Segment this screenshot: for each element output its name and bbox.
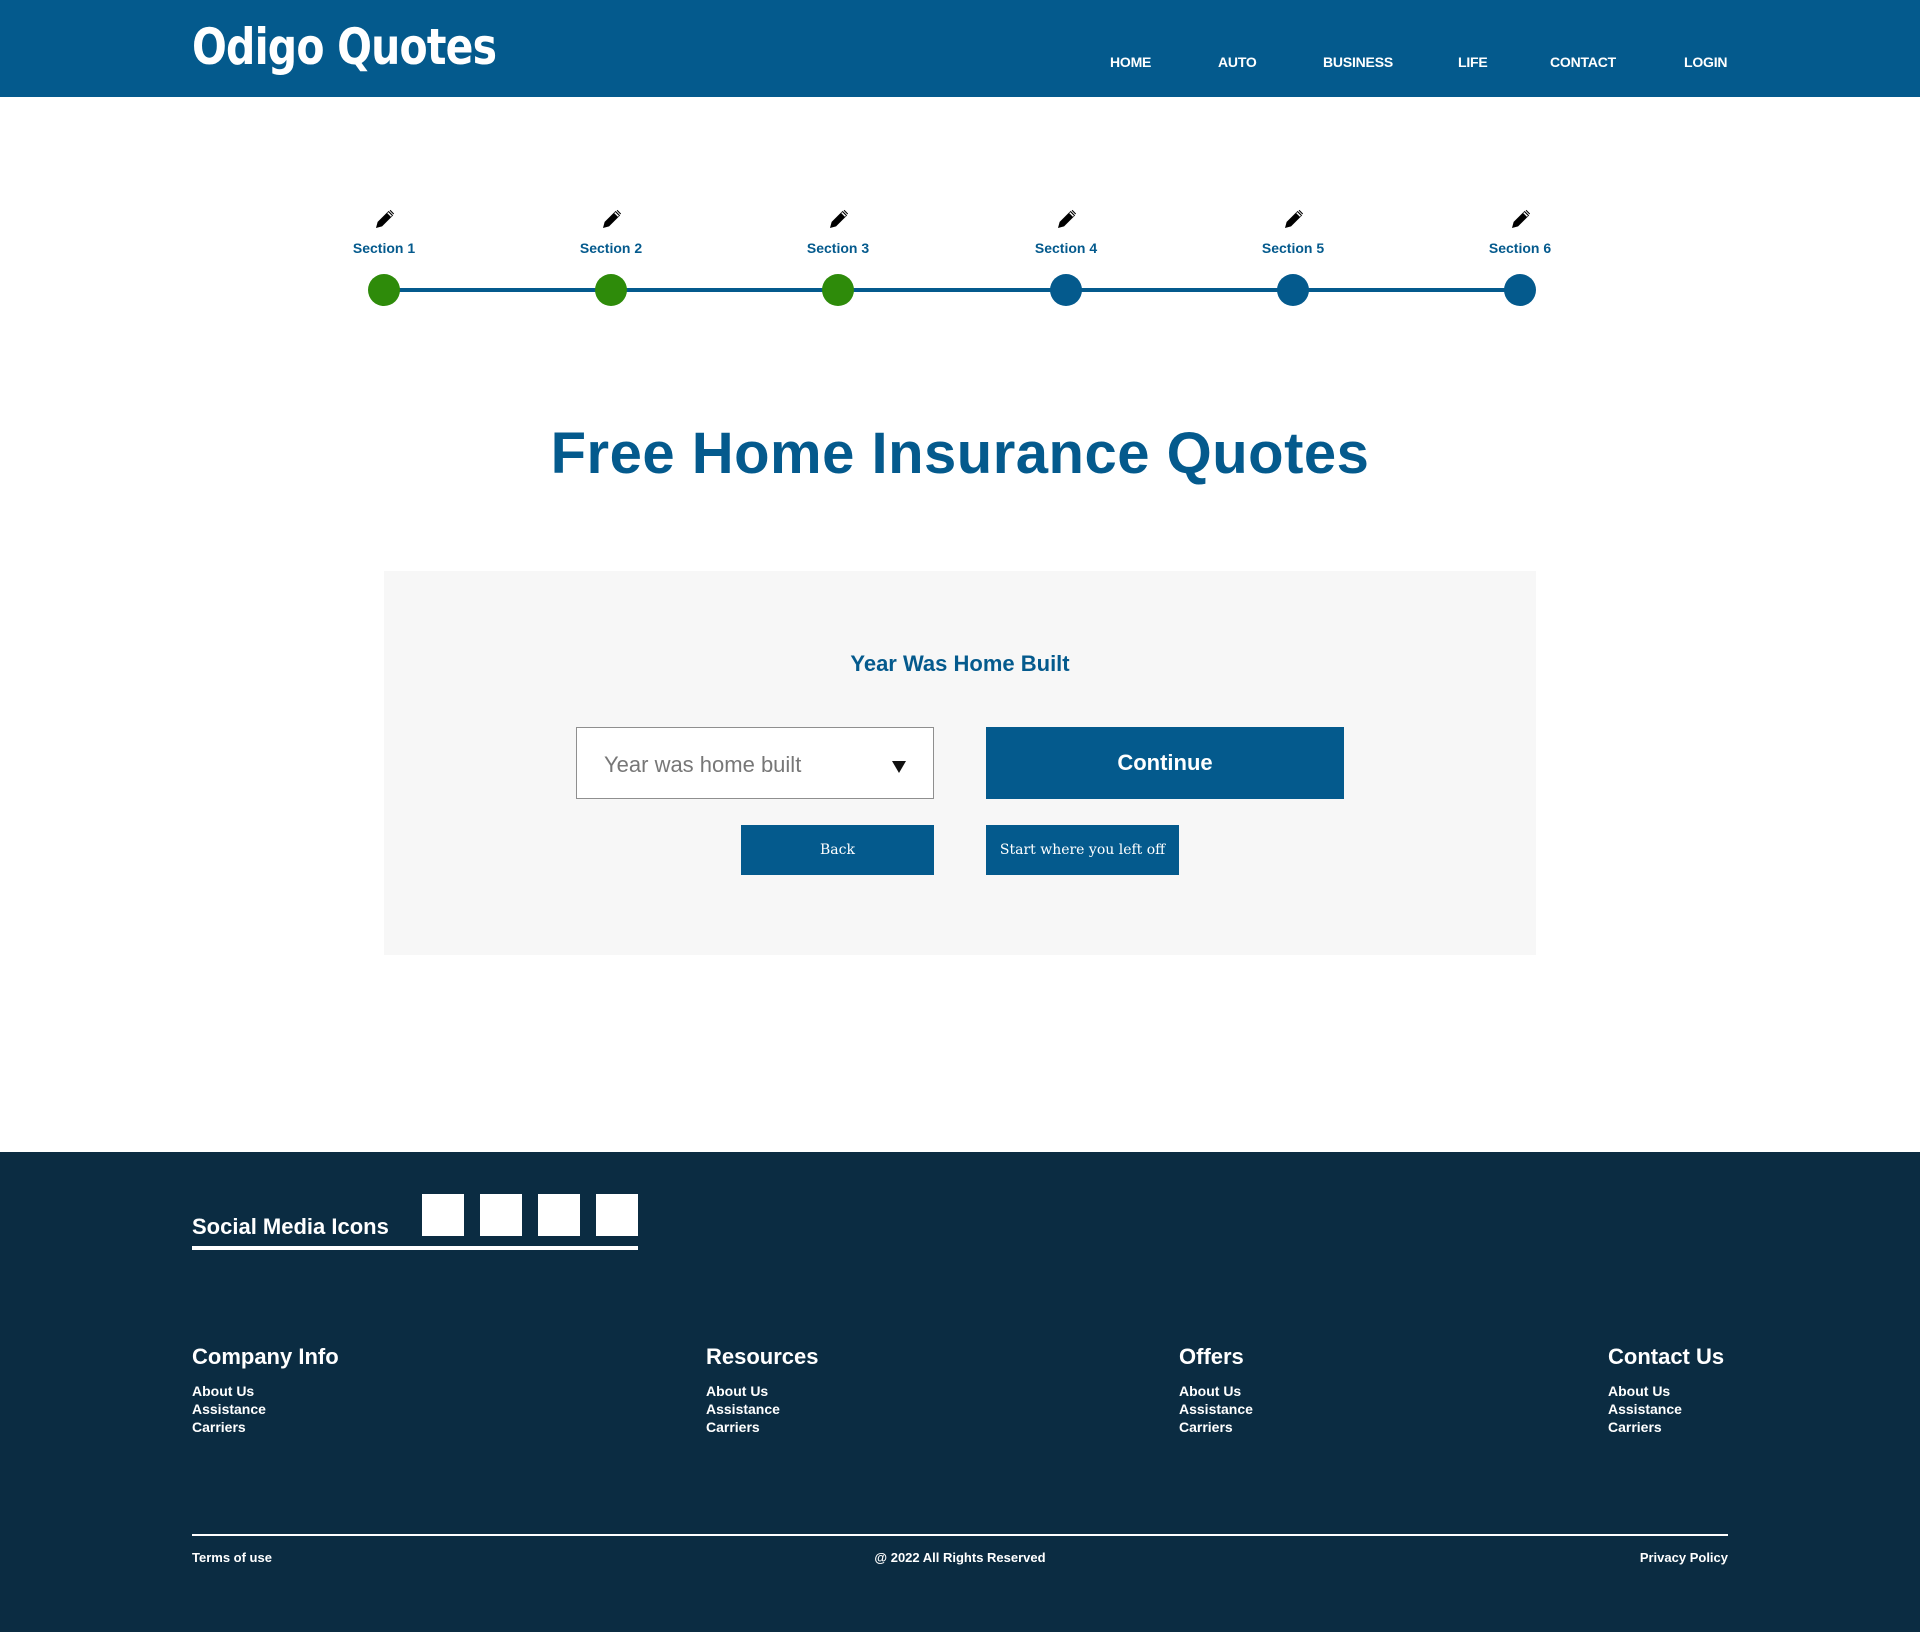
- main-nav: HOME AUTO BUSINESS LIFE CONTACT LOGIN: [0, 54, 1920, 74]
- footer-link[interactable]: About Us: [1179, 1382, 1253, 1400]
- footer-link[interactable]: Assistance: [1608, 1400, 1724, 1418]
- resume-button[interactable]: Start where you left off: [986, 825, 1179, 875]
- privacy-link[interactable]: Privacy Policy: [1640, 1550, 1728, 1565]
- step-dot: [368, 274, 400, 306]
- nav-auto[interactable]: AUTO: [1218, 54, 1257, 70]
- pencil-icon: [1511, 209, 1531, 229]
- step-label: Section 4: [1034, 240, 1098, 256]
- footer-link[interactable]: Carriers: [1179, 1418, 1253, 1436]
- quote-form-card: Year Was Home Built Year was home built …: [384, 571, 1536, 955]
- footer-link[interactable]: Carriers: [192, 1418, 339, 1436]
- nav-life[interactable]: LIFE: [1458, 54, 1488, 70]
- step-section-6[interactable]: Section 6: [1460, 200, 1580, 310]
- nav-contact[interactable]: CONTACT: [1550, 54, 1616, 70]
- footer-link[interactable]: About Us: [1608, 1382, 1724, 1400]
- footer-divider: [192, 1534, 1728, 1536]
- pencil-icon: [1284, 209, 1304, 229]
- step-dot: [1277, 274, 1309, 306]
- footer-col-resources: Resources About Us Assistance Carriers: [706, 1344, 819, 1436]
- nav-home[interactable]: HOME: [1110, 54, 1151, 70]
- footer-col-contact: Contact Us About Us Assistance Carriers: [1608, 1344, 1724, 1436]
- footer-col-title: Company Info: [192, 1344, 339, 1369]
- step-section-2[interactable]: Section 2: [551, 200, 671, 310]
- footer-link[interactable]: Assistance: [706, 1400, 819, 1418]
- step-dot: [822, 274, 854, 306]
- form-question: Year Was Home Built: [850, 651, 1070, 676]
- footer-link[interactable]: Carriers: [1608, 1418, 1724, 1436]
- pencil-icon: [602, 209, 622, 229]
- continue-button[interactable]: Continue: [986, 727, 1344, 799]
- footer-link[interactable]: Carriers: [706, 1418, 819, 1436]
- step-label: Section 2: [579, 240, 643, 256]
- pencil-icon: [1057, 209, 1077, 229]
- nav-business[interactable]: BUSINESS: [1323, 54, 1393, 70]
- site-footer: Social Media Icons Company Info About Us…: [0, 1152, 1920, 1632]
- step-section-3[interactable]: Section 3: [778, 200, 898, 310]
- progress-steps: Section 1 Section 2 Section 3 Section 4 …: [0, 200, 1920, 310]
- footer-col-title: Resources: [706, 1344, 819, 1369]
- select-placeholder: Year was home built: [604, 752, 802, 777]
- footer-link[interactable]: About Us: [192, 1382, 339, 1400]
- step-section-4[interactable]: Section 4: [1006, 200, 1126, 310]
- site-header: Odigo Quotes HOME AUTO BUSINESS LIFE CON…: [0, 0, 1920, 97]
- page-title: Free Home Insurance Quotes: [550, 421, 1370, 486]
- step-section-5[interactable]: Section 5: [1233, 200, 1353, 310]
- footer-col-title: Contact Us: [1608, 1344, 1725, 1369]
- pencil-icon: [829, 209, 849, 229]
- step-dot: [1050, 274, 1082, 306]
- nav-login[interactable]: LOGIN: [1684, 54, 1728, 70]
- year-built-select[interactable]: Year was home built: [576, 727, 934, 799]
- step-label: Section 1: [352, 240, 416, 256]
- footer-link[interactable]: Assistance: [192, 1400, 339, 1418]
- chevron-down-icon: [892, 761, 906, 773]
- footer-link[interactable]: About Us: [706, 1382, 819, 1400]
- social-icon-2[interactable]: [480, 1194, 522, 1236]
- back-button[interactable]: Back: [741, 825, 934, 875]
- footer-link[interactable]: Assistance: [1179, 1400, 1253, 1418]
- social-icon-3[interactable]: [538, 1194, 580, 1236]
- footer-col-offers: Offers About Us Assistance Carriers: [1179, 1344, 1253, 1436]
- step-label: Section 3: [806, 240, 870, 256]
- social-icon-1[interactable]: [422, 1194, 464, 1236]
- step-label: Section 5: [1261, 240, 1325, 256]
- social-icon-4[interactable]: [596, 1194, 638, 1236]
- step-section-1[interactable]: Section 1: [324, 200, 444, 310]
- step-dot: [1504, 274, 1536, 306]
- social-underline: [192, 1246, 638, 1250]
- footer-col-title: Offers: [1179, 1344, 1244, 1369]
- social-title: Social Media Icons: [192, 1214, 389, 1239]
- copyright-text: @ 2022 All Rights Reserved: [874, 1550, 1046, 1565]
- pencil-icon: [375, 209, 395, 229]
- footer-col-company: Company Info About Us Assistance Carrier…: [192, 1344, 339, 1436]
- step-label: Section 6: [1488, 240, 1552, 256]
- step-dot: [595, 274, 627, 306]
